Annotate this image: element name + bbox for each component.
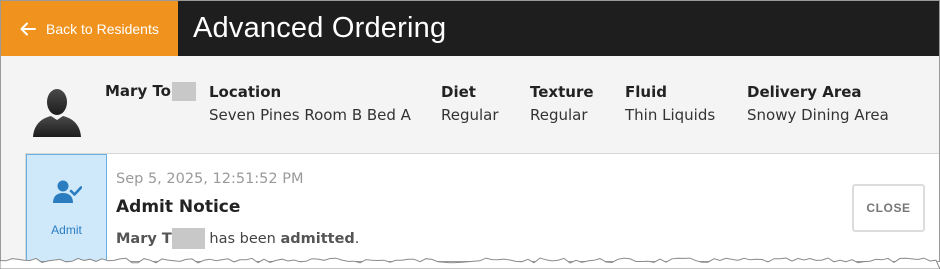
field-value: Regular (441, 106, 499, 124)
redacted-block (171, 228, 205, 249)
resident-info-row: Mary To Location Seven Pines Room B Bed … (1, 57, 939, 153)
field-value: Regular (530, 106, 588, 124)
field-location: Location Seven Pines Room B Bed A (209, 82, 411, 125)
field-label: Fluid (625, 83, 667, 101)
message-text: has been (204, 230, 281, 247)
resident-name: Mary To (105, 82, 196, 101)
field-diet: Diet Regular (441, 82, 499, 125)
notice-title: Admit Notice (116, 197, 241, 217)
page-title: Advanced Ordering (193, 12, 447, 44)
field-label: Delivery Area (747, 83, 862, 101)
back-to-residents-button[interactable]: Back to Residents (1, 1, 178, 56)
admit-badge: Admit (26, 154, 107, 261)
top-header: Back to Residents Advanced Ordering (1, 1, 939, 56)
resident-avatar-icon (33, 89, 81, 137)
back-button-label: Back to Residents (46, 20, 159, 37)
field-fluid: Fluid Thin Liquids (625, 82, 715, 125)
arrow-left-icon (20, 22, 36, 35)
user-check-icon (52, 180, 82, 203)
field-delivery-area: Delivery Area Snowy Dining Area (747, 82, 889, 125)
field-texture: Texture Regular (530, 82, 594, 125)
close-button[interactable]: CLOSE (852, 184, 925, 232)
message-status: admitted (280, 230, 355, 247)
admit-notice-card: Admit Sep 5, 2025, 12:51:52 PM Admit Not… (25, 153, 939, 261)
field-value: Seven Pines Room B Bed A (209, 106, 411, 124)
app-frame: Back to Residents Advanced Ordering Mary… (0, 0, 940, 262)
message-end: . (354, 230, 360, 247)
message-resident-name: Mary T (116, 230, 172, 247)
field-value: Thin Liquids (625, 106, 716, 124)
notice-timestamp: Sep 5, 2025, 12:51:52 PM (116, 171, 304, 187)
field-label: Texture (530, 83, 594, 101)
redacted-block (172, 82, 196, 101)
torn-edge-decoration (0, 257, 940, 269)
admit-badge-label: Admit (51, 223, 82, 237)
notice-message: Mary T has been admitted. (116, 228, 359, 249)
field-label: Diet (441, 83, 476, 101)
field-value: Snowy Dining Area (747, 106, 889, 124)
field-label: Location (209, 83, 282, 101)
